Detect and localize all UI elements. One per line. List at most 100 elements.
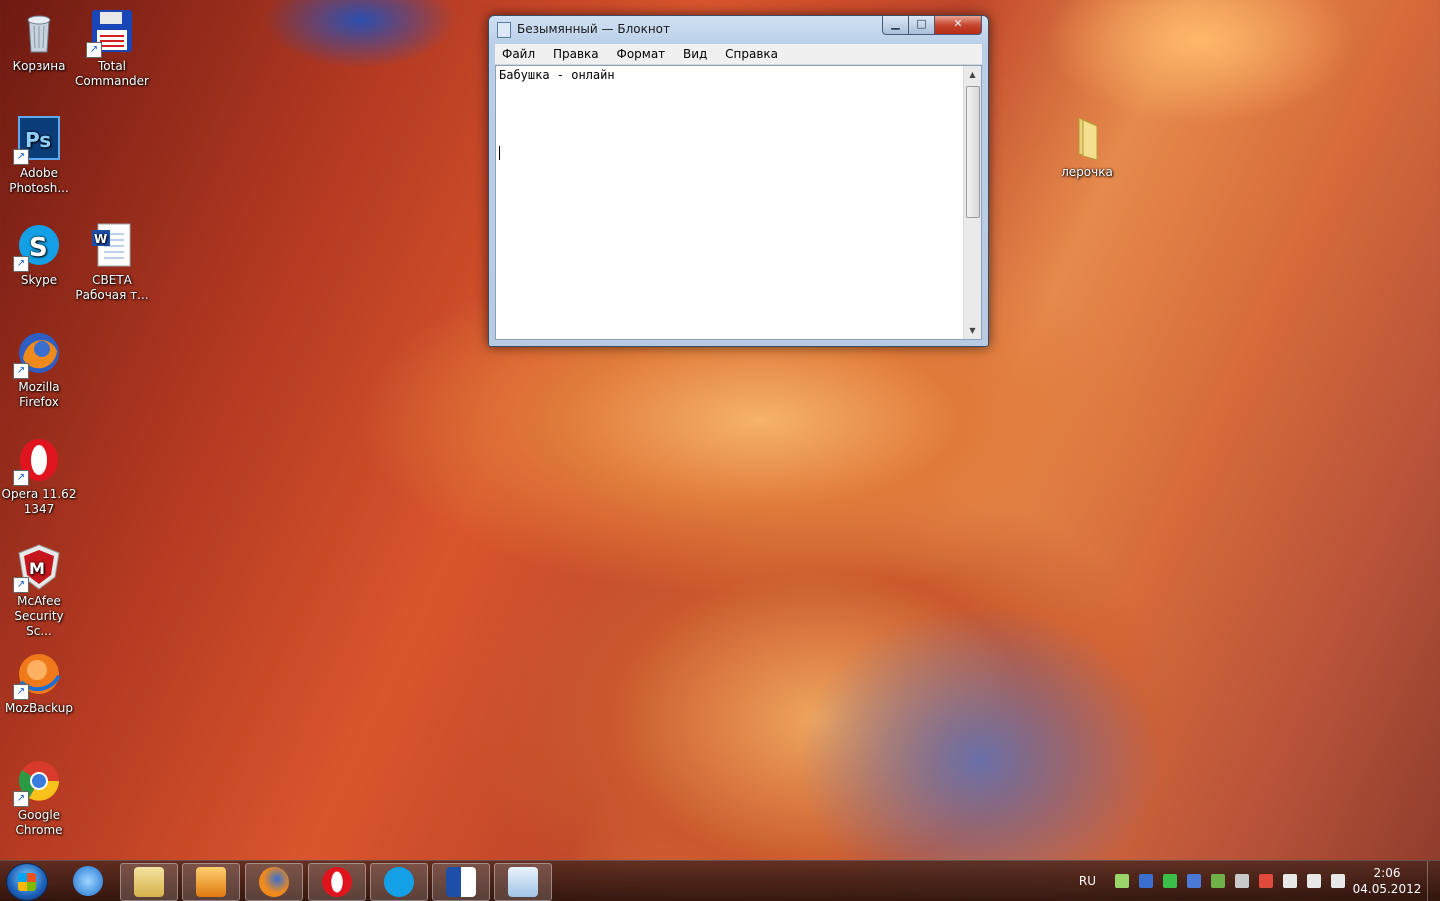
window-title: Безымянный — Блокнот <box>517 22 671 36</box>
skype-icon: S ↗ <box>13 222 63 272</box>
vertical-scrollbar[interactable]: ▲ ▼ <box>963 66 981 339</box>
shortcut-arrow-icon: ↗ <box>13 363 29 379</box>
word-icon <box>446 867 476 897</box>
media-player-icon <box>196 867 226 897</box>
shortcut-arrow-icon: ↗ <box>86 42 102 58</box>
taskbar-skype[interactable] <box>370 863 428 901</box>
sync-icon[interactable] <box>1163 874 1177 888</box>
windows-logo-icon <box>18 873 36 891</box>
desktop-icon-chrome[interactable]: ↗ Google Chrome <box>0 757 78 838</box>
desktop-icon-word-document[interactable]: W СВЕТА Рабочая т... <box>73 222 151 303</box>
maximize-button[interactable]: □ <box>909 16 935 35</box>
desktop-icon-skype[interactable]: S ↗ Skype <box>0 222 78 288</box>
desktop-icon-label: Opera 11.62 1347 <box>1 487 77 516</box>
shortcut-arrow-icon: ↗ <box>13 791 29 807</box>
menu-file[interactable]: Файл <box>495 44 542 64</box>
desktop-icon-mozbackup[interactable]: ↗ MozBackup <box>0 650 78 716</box>
editor-content[interactable]: Бабушка - онлайн <box>499 68 615 82</box>
taskbar-notepad[interactable] <box>494 863 552 901</box>
desktop-icon-label: MozBackup <box>5 701 73 715</box>
desktop-icon-mcafee[interactable]: M ↗ McAfee Security Sc... <box>0 543 78 639</box>
taskbar-media-player[interactable] <box>182 863 240 901</box>
svg-text:M: M <box>29 559 45 578</box>
desktop-icon-label: Total Commander <box>75 59 149 88</box>
svg-text:W: W <box>94 232 107 246</box>
window-controls: ▁ □ ✕ <box>882 16 982 35</box>
minimize-button[interactable]: ▁ <box>882 16 909 35</box>
desktop-icon-label: СВЕТА Рабочая т... <box>75 273 149 302</box>
opera-icon <box>322 867 352 897</box>
taskbar-internet-explorer[interactable] <box>60 863 116 899</box>
tray-app-icon[interactable] <box>1211 874 1225 888</box>
close-button[interactable]: ✕ <box>935 16 982 35</box>
action-center-icon[interactable] <box>1259 874 1273 888</box>
desktop-icon-label: McAfee Security Sc... <box>14 594 64 638</box>
menu-view[interactable]: Вид <box>676 44 714 64</box>
scroll-thumb[interactable] <box>966 86 980 218</box>
menu-help[interactable]: Справка <box>718 44 785 64</box>
word-document-icon: W <box>88 222 136 270</box>
total-commander-icon: ↗ <box>86 8 136 58</box>
notepad-window[interactable]: Безымянный — Блокнот ▁ □ ✕ Файл Правка Ф… <box>488 15 989 347</box>
shortcut-arrow-icon: ↗ <box>13 577 29 593</box>
scroll-up-icon[interactable]: ▲ <box>964 66 981 83</box>
notepad-icon <box>508 867 538 897</box>
clock[interactable]: 2:06 04.05.2012 <box>1352 865 1422 897</box>
scroll-down-icon[interactable]: ▼ <box>964 322 981 339</box>
text-editor[interactable]: Бабушка - онлайн ▲ ▼ <box>495 65 982 340</box>
firefox-icon <box>259 867 289 897</box>
power-icon[interactable] <box>1283 874 1297 888</box>
desktop-icon-label: Mozilla Firefox <box>18 380 60 409</box>
svg-text:S: S <box>29 233 48 263</box>
title-bar[interactable]: Безымянный — Блокнот ▁ □ ✕ <box>489 16 988 42</box>
shortcut-arrow-icon: ↗ <box>13 684 29 700</box>
desktop-icon-firefox[interactable]: ↗ Mozilla Firefox <box>0 329 78 410</box>
tray-app-icon[interactable] <box>1235 874 1249 888</box>
system-tray: RU <box>1079 861 1350 901</box>
menu-format[interactable]: Формат <box>609 44 672 64</box>
desktop-icon-total-commander[interactable]: ↗ Total Commander <box>73 8 151 89</box>
language-indicator[interactable]: RU <box>1079 874 1096 888</box>
shortcut-arrow-icon: ↗ <box>13 470 29 486</box>
text-caret <box>499 146 500 160</box>
firefox-icon: ↗ <box>13 329 63 379</box>
shortcut-arrow-icon: ↗ <box>13 149 29 165</box>
menu-edit[interactable]: Правка <box>546 44 606 64</box>
desktop-icon-recycle-bin[interactable]: Корзина <box>0 8 78 74</box>
menu-bar: Файл Правка Формат Вид Справка <box>495 44 982 65</box>
skype-icon <box>384 867 414 897</box>
taskbar-firefox[interactable] <box>245 863 303 901</box>
internet-explorer-icon <box>73 866 103 896</box>
clock-date: 04.05.2012 <box>1352 882 1422 896</box>
desktop-icon-label: Корзина <box>12 59 66 73</box>
notepad-icon <box>497 22 511 38</box>
recycle-bin-icon <box>15 8 63 56</box>
volume-icon[interactable] <box>1331 874 1345 888</box>
desktop-icon-label: Google Chrome <box>15 808 63 837</box>
desktop-icon-label: Skype <box>20 273 58 287</box>
network-signal-icon[interactable] <box>1307 874 1321 888</box>
monitor-icon[interactable] <box>1187 874 1201 888</box>
desktop-icon-label: лерочка <box>1061 165 1113 179</box>
show-desktop-button[interactable] <box>1427 861 1440 901</box>
taskbar: RU 2:06 04.05.2012 <box>0 860 1440 901</box>
start-button[interactable] <box>6 863 48 901</box>
shortcut-arrow-icon: ↗ <box>13 256 29 272</box>
desktop-icon-opera[interactable]: ↗ Opera 11.62 1347 <box>0 436 78 517</box>
clock-time: 2:06 <box>1373 866 1401 880</box>
desktop-icon-folder[interactable]: лерочка <box>1048 114 1126 180</box>
taskbar-opera[interactable] <box>308 863 366 901</box>
desktop-icon-photoshop[interactable]: Ps ↗ Adobe Photosh... <box>0 115 78 196</box>
explorer-icon <box>134 867 164 897</box>
desktop-icon-label: Adobe Photosh... <box>9 166 69 195</box>
taskbar-explorer[interactable] <box>120 863 178 901</box>
bluetooth-icon[interactable] <box>1139 874 1153 888</box>
opera-icon: ↗ <box>13 436 63 486</box>
taskbar-word[interactable] <box>432 863 490 901</box>
folder-icon <box>1063 114 1111 162</box>
chrome-icon: ↗ <box>13 757 63 807</box>
mcafee-icon: M ↗ <box>13 543 63 593</box>
tray-app-icon[interactable] <box>1115 874 1129 888</box>
photoshop-icon: Ps ↗ <box>13 115 63 165</box>
mozbackup-icon: ↗ <box>13 650 63 700</box>
